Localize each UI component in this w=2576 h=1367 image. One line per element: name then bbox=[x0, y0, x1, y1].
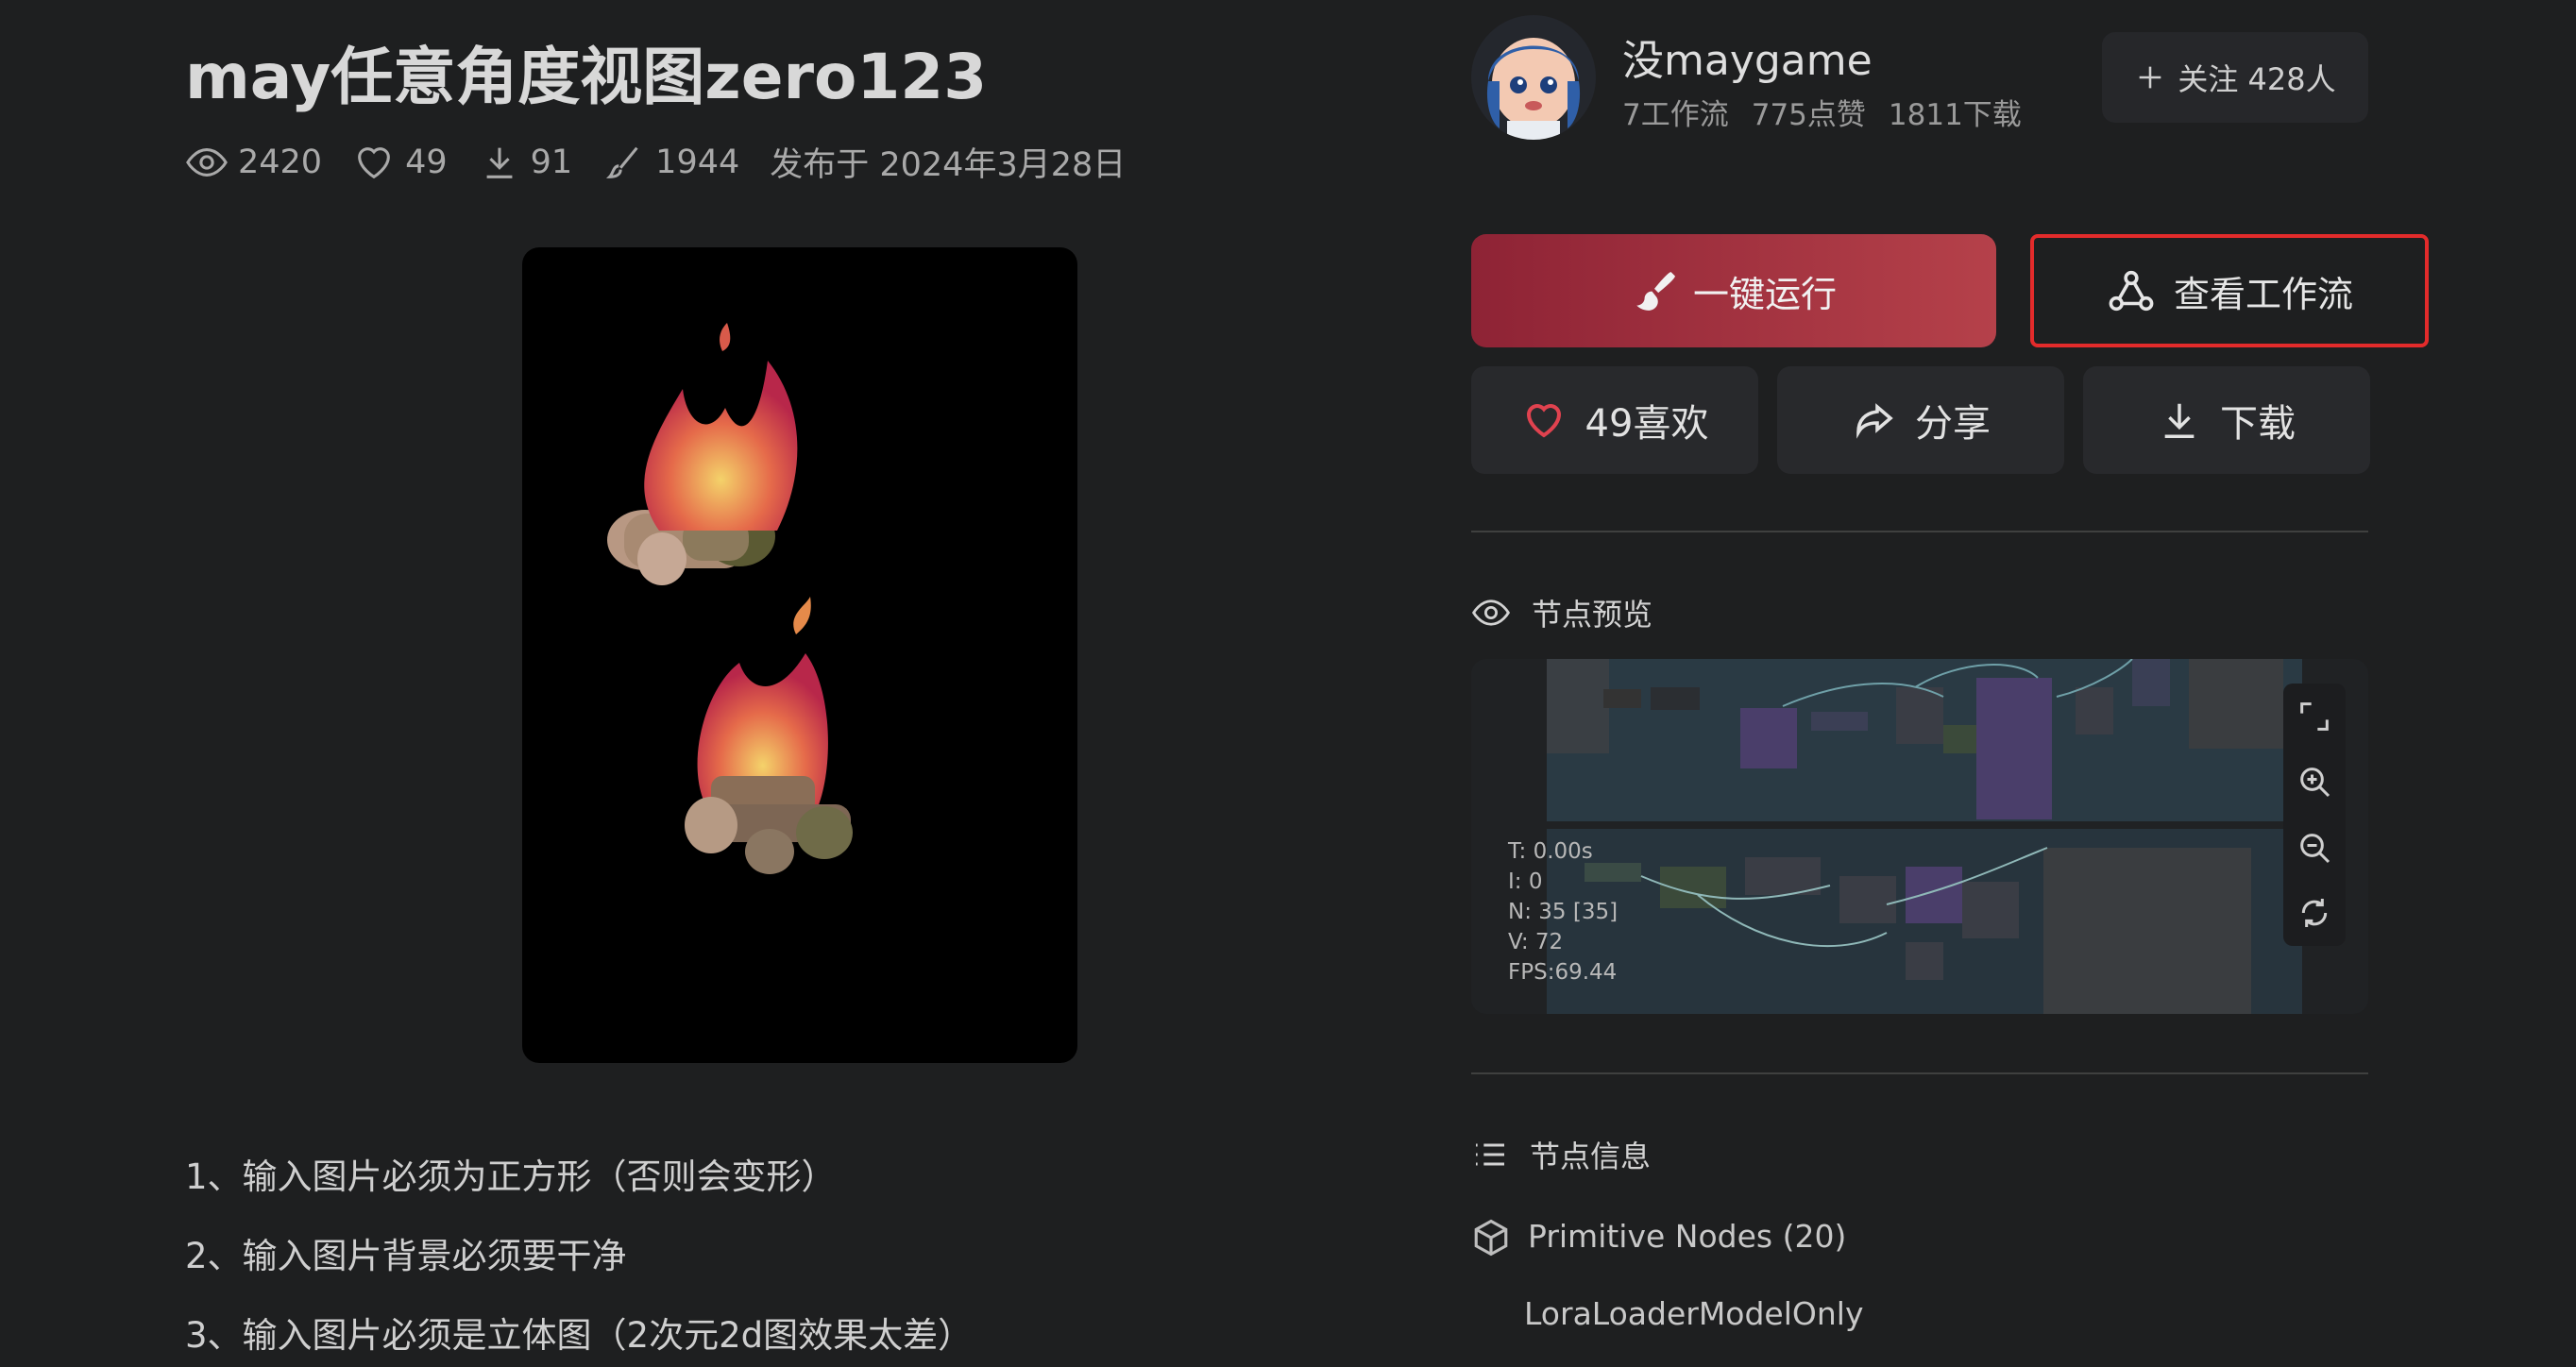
runs-stat: 1944 bbox=[602, 141, 739, 184]
downloads-stat: 91 bbox=[478, 141, 573, 184]
author-workflows: 7工作流 bbox=[1622, 98, 1729, 132]
likes-count: 49 bbox=[405, 143, 448, 181]
zoom-in-icon[interactable] bbox=[2296, 763, 2333, 801]
cube-icon bbox=[1474, 1219, 1508, 1257]
divider bbox=[1471, 531, 2368, 532]
views-stat: 2420 bbox=[185, 141, 322, 184]
description-line-3: 3、输入图片必须是立体图（2次元2d图效果太差） bbox=[185, 1315, 974, 1356]
follow-label: 关注 428人 bbox=[2178, 61, 2336, 97]
perf-nodes: N: 35 [35] bbox=[1508, 900, 1618, 924]
like-button[interactable]: 49喜欢 bbox=[1471, 366, 1758, 474]
share-label: 分享 bbox=[1915, 402, 1991, 446]
node-item-lora-loader[interactable]: LoraLoaderModelOnly bbox=[1524, 1295, 1864, 1332]
node-info-title: 节点信息 bbox=[1530, 1139, 1652, 1174]
spark bbox=[793, 597, 811, 634]
avatar[interactable] bbox=[1471, 15, 1596, 140]
canvas-toolbar bbox=[2283, 684, 2346, 946]
top-campfire bbox=[607, 323, 798, 585]
download-label: 下载 bbox=[2220, 402, 2296, 446]
download-icon bbox=[486, 147, 513, 178]
fit-view-icon[interactable] bbox=[2296, 698, 2333, 735]
share-button[interactable]: 分享 bbox=[1777, 366, 2064, 474]
refresh-icon[interactable] bbox=[2296, 894, 2333, 932]
downloads-count: 91 bbox=[530, 143, 573, 181]
preview-image bbox=[522, 247, 1077, 1063]
workflow-nodes-icon bbox=[2109, 270, 2154, 312]
follow-button[interactable]: 关注 428人 bbox=[2102, 32, 2368, 123]
eye-icon bbox=[186, 147, 228, 177]
heart-icon bbox=[1526, 404, 1561, 438]
download-icon bbox=[2164, 403, 2195, 438]
performance-stats: T: 0.00s I: 0 N: 35 [35] V: 72 FPS:69.44 bbox=[1508, 836, 1618, 987]
perf-time: T: 0.00s bbox=[1508, 839, 1593, 864]
publish-date: 发布于 2024年3月28日 bbox=[770, 146, 1127, 184]
views-count: 2420 bbox=[238, 143, 323, 181]
workflow-stats: 2420 49 91 1944 发布于 2024年3月28日 bbox=[185, 138, 1126, 186]
author-likes: 775点赞 bbox=[1751, 98, 1866, 132]
list-icon bbox=[1476, 1143, 1504, 1166]
heart-icon bbox=[358, 146, 390, 178]
share-icon bbox=[1856, 403, 1893, 439]
perf-v: V: 72 bbox=[1508, 930, 1564, 954]
node-group-primitive[interactable]: Primitive Nodes (20) bbox=[1528, 1218, 1846, 1255]
node-preview-header: 节点预览 bbox=[1471, 591, 1652, 634]
zoom-out-icon[interactable] bbox=[2296, 829, 2333, 867]
node-preview-title: 节点预览 bbox=[1532, 597, 1653, 633]
eye-icon bbox=[1472, 599, 1510, 626]
download-button[interactable]: 下载 bbox=[2083, 366, 2370, 474]
bottom-campfire bbox=[685, 653, 853, 874]
view-label: 查看工作流 bbox=[2173, 273, 2353, 315]
runs-count: 1944 bbox=[655, 143, 740, 181]
description-line-2: 2、输入图片背景必须要干净 bbox=[185, 1236, 627, 1276]
author-stats: 7工作流 775点赞 1811下载 bbox=[1622, 91, 2022, 133]
campfire-illustration bbox=[607, 323, 853, 874]
plus-icon bbox=[2140, 66, 2161, 89]
avatar-illustration bbox=[1471, 15, 1596, 140]
like-label: 49喜欢 bbox=[1585, 402, 1709, 446]
node-info-header: 节点信息 bbox=[1471, 1133, 1651, 1176]
author-name[interactable]: 没maygame bbox=[1622, 26, 1873, 87]
paintbrush-icon bbox=[1636, 272, 1675, 311]
brush-icon bbox=[606, 146, 638, 178]
description-line-1: 1、输入图片必须为正方形（否则会变形） bbox=[185, 1156, 837, 1197]
run-label: 一键运行 bbox=[1692, 273, 1837, 315]
view-workflow-button[interactable]: 查看工作流 bbox=[2030, 234, 2429, 347]
divider bbox=[1471, 1072, 2368, 1074]
perf-fps: FPS:69.44 bbox=[1508, 960, 1618, 985]
workflow-title: may任意角度视图zero123 bbox=[185, 41, 988, 113]
author-downloads: 1811下载 bbox=[1888, 98, 2022, 132]
likes-stat: 49 bbox=[352, 141, 448, 184]
perf-i: I: 0 bbox=[1508, 869, 1543, 894]
run-button[interactable]: 一键运行 bbox=[1471, 234, 1996, 347]
